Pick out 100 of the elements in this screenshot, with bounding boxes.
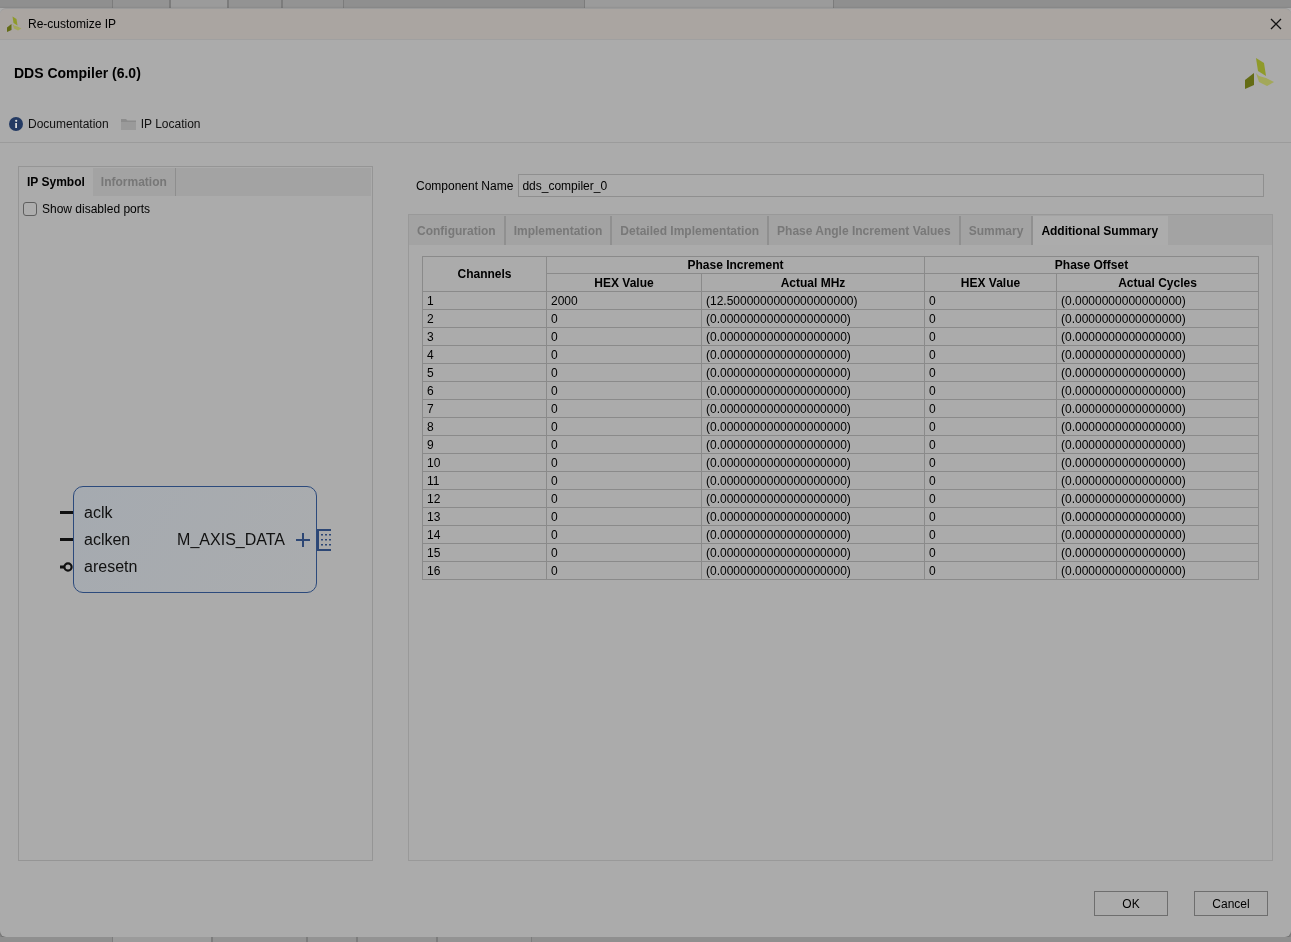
port-label: aclken — [84, 530, 131, 550]
location-link[interactable]: IP Location — [120, 117, 201, 131]
table-cell: 0 — [546, 417, 702, 436]
table-cell: (0.0000000000000000000) — [701, 471, 925, 490]
column-group-header: Phase Increment — [546, 256, 925, 274]
table-cell: 4 — [422, 345, 547, 364]
table-cell: (0.0000000000000000000) — [701, 453, 925, 472]
table-cell: (0.0000000000000000000) — [701, 399, 925, 418]
ok-button[interactable]: OK — [1094, 891, 1168, 916]
table-cell: 0 — [546, 453, 702, 472]
table-cell: (0.0000000000000000) — [1056, 525, 1259, 544]
table-cell: 0 — [924, 363, 1057, 382]
table-cell: (0.0000000000000000) — [1056, 327, 1259, 346]
table-cell: 5 — [422, 363, 547, 382]
cancel-button[interactable]: Cancel — [1194, 891, 1268, 916]
field-label: Component Name — [416, 178, 514, 193]
table-cell: (0.0000000000000000000) — [701, 309, 925, 328]
inverted-pin-icon — [60, 561, 73, 572]
table-cell: 0 — [546, 399, 702, 418]
table-cell: (0.0000000000000000000) — [701, 363, 925, 382]
logo-icon — [6, 16, 22, 32]
table-cell: 13 — [422, 507, 547, 526]
table-cell: 0 — [924, 471, 1057, 490]
column-header: HEX Value — [546, 273, 702, 292]
table-cell: 0 — [924, 417, 1057, 436]
table-cell: 0 — [546, 507, 702, 526]
table-cell: (0.0000000000000000000) — [701, 417, 925, 436]
checkbox-label: Show disabled ports — [42, 202, 151, 216]
dialog-heading: DDS Compiler (6.0) — [14, 65, 141, 81]
table-cell: (0.0000000000000000) — [1056, 543, 1259, 562]
close-icon — [1270, 18, 1282, 30]
panel-tab[interactable]: IP Symbol — [20, 168, 93, 196]
table-cell: (0.0000000000000000000) — [701, 525, 925, 544]
table-cell: 0 — [546, 381, 702, 400]
table-cell: (0.0000000000000000) — [1056, 435, 1259, 454]
component-name-field[interactable]: dds_compiler_0 — [518, 174, 1264, 197]
table-cell: (0.0000000000000000000) — [701, 345, 925, 364]
table-cell: (0.0000000000000000) — [1056, 417, 1259, 436]
table-cell: (0.0000000000000000000) — [701, 327, 925, 346]
table-cell: 0 — [924, 489, 1057, 508]
table-cell: 0 — [924, 309, 1057, 328]
table-cell: (0.0000000000000000) — [1056, 291, 1259, 310]
table-cell: 0 — [924, 327, 1057, 346]
window-title: Re-customize IP — [28, 17, 118, 31]
table-cell: (0.0000000000000000) — [1056, 363, 1259, 382]
table-cell: (0.0000000000000000000) — [701, 435, 925, 454]
table-cell: (0.0000000000000000000) — [701, 543, 925, 562]
logo-icon — [1243, 57, 1275, 89]
table-cell: (0.0000000000000000) — [1056, 507, 1259, 526]
table-cell: 7 — [422, 399, 547, 418]
info-icon — [9, 117, 23, 131]
column-header: Actual MHz — [701, 273, 925, 292]
checkbox[interactable] — [23, 202, 37, 216]
table-cell: 2000 — [546, 291, 702, 310]
table-cell: 0 — [924, 525, 1057, 544]
table-cell: 3 — [422, 327, 547, 346]
table-cell: 0 — [546, 345, 702, 364]
table-cell: 12 — [422, 489, 547, 508]
column-header: HEX Value — [924, 273, 1057, 292]
table-cell: (0.0000000000000000000) — [701, 561, 925, 580]
table-cell: 2 — [422, 309, 547, 328]
column-group-header: Phase Offset — [924, 256, 1259, 274]
table-cell: (0.0000000000000000) — [1056, 489, 1259, 508]
table-cell: 0 — [924, 291, 1057, 310]
documentation-link[interactable]: Documentation — [9, 117, 109, 131]
table-cell: 0 — [546, 489, 702, 508]
table-cell: 8 — [422, 417, 547, 436]
table-cell: 0 — [546, 471, 702, 490]
table-cell: (0.0000000000000000) — [1056, 471, 1259, 490]
column-header: Actual Cycles — [1056, 273, 1259, 292]
table-cell: 0 — [924, 453, 1057, 472]
table-cell: 0 — [924, 381, 1057, 400]
plus-icon — [296, 532, 310, 547]
table-cell: 0 — [924, 561, 1057, 580]
table-cell: 11 — [422, 471, 547, 490]
table-cell: 14 — [422, 525, 547, 544]
table-cell: 0 — [546, 435, 702, 454]
close-button[interactable] — [1268, 16, 1284, 32]
table-cell: 0 — [546, 327, 702, 346]
table-cell: 0 — [924, 543, 1057, 562]
port-label: aresetn — [84, 557, 138, 577]
table-cell: 9 — [422, 435, 547, 454]
tab[interactable]: Additional Summary — [1033, 216, 1169, 245]
table-cell: (0.0000000000000000) — [1056, 561, 1259, 580]
table-cell: 0 — [924, 435, 1057, 454]
table-cell: (0.0000000000000000) — [1056, 399, 1259, 418]
table-cell: (0.0000000000000000) — [1056, 453, 1259, 472]
port-label: aclk — [84, 503, 113, 523]
table-cell: 0 — [924, 399, 1057, 418]
column-header: Channels — [422, 256, 547, 292]
table-cell: 6 — [422, 381, 547, 400]
table-cell: (0.0000000000000000000) — [701, 381, 925, 400]
table-cell: 15 — [422, 543, 547, 562]
folder-icon — [120, 118, 136, 130]
table-cell: (0.0000000000000000) — [1056, 309, 1259, 328]
table-cell: 0 — [924, 507, 1057, 526]
table-cell: (12.5000000000000000000) — [701, 291, 925, 310]
table-cell: 0 — [546, 561, 702, 580]
table-cell: 0 — [546, 363, 702, 382]
table-cell: 0 — [924, 345, 1057, 364]
